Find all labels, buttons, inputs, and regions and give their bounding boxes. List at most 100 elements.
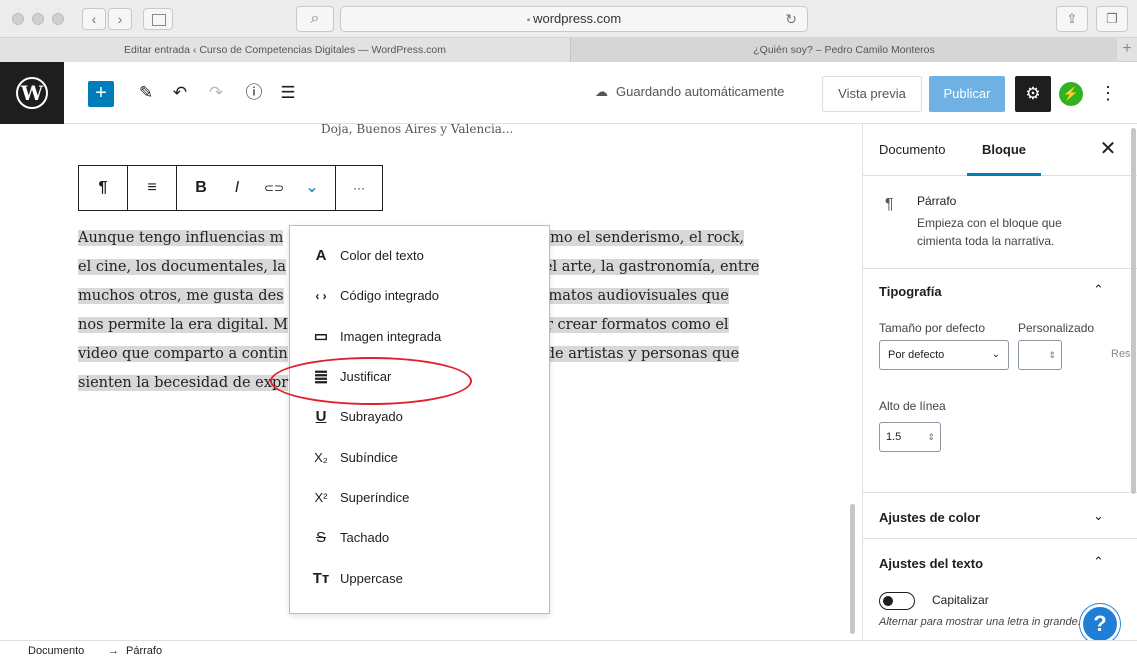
font-size-value: Por defecto — [888, 349, 945, 361]
menu-item-label: Tachado — [340, 530, 390, 545]
menu-item-label: Código integrado — [340, 288, 440, 303]
paragraph-text: r crear formatos como el — [546, 317, 729, 333]
line-height-label: Alto de línea — [879, 399, 946, 413]
tab-documento[interactable]: Documento — [879, 124, 945, 176]
paragraph-text: muchos otros, me gusta des — [78, 288, 284, 304]
minimize-window-button[interactable] — [32, 13, 44, 25]
wordpress-icon: W — [16, 77, 48, 109]
tabs-overview-icon[interactable]: ❐ — [1096, 6, 1128, 32]
breadcrumb-documento[interactable]: Documento — [28, 645, 84, 657]
image-icon: ▭ — [313, 328, 329, 345]
chevron-down-icon[interactable]: ⌄ — [1093, 508, 1104, 524]
wordpress-logo[interactable]: W — [0, 62, 64, 124]
settings-gear-icon[interactable]: ⚙ — [1015, 76, 1051, 112]
breadcrumb-arrow: → — [108, 645, 119, 657]
line-height-input[interactable]: 1.5 ⇕ — [879, 422, 941, 452]
subscript-icon: X₂ — [314, 450, 328, 465]
share-icon[interactable]: ⇪ — [1056, 6, 1088, 32]
chevron-up-icon[interactable]: ⌃ — [1093, 554, 1104, 570]
paragraph-text: rmatos audiovisuales que — [541, 288, 729, 304]
panel-divider — [863, 492, 1137, 493]
publish-button[interactable]: Publicar — [929, 76, 1005, 112]
tab-bloque[interactable]: Bloque — [967, 124, 1041, 176]
back-button[interactable]: ‹ — [82, 8, 106, 30]
address-bar[interactable]: ▪ wordpress.com ↻ — [340, 6, 808, 32]
reload-icon[interactable]: ↻ — [785, 7, 797, 31]
more-menu-button[interactable]: ⋮ — [1098, 81, 1118, 107]
autosave-text: Guardando automáticamente — [616, 84, 785, 99]
menu-item-strikethrough[interactable]: S Tachado — [290, 518, 549, 558]
drop-cap-help: Alternar para mostrar una letra in grand… — [879, 616, 1081, 628]
custom-size-label: Personalizado — [1018, 321, 1095, 335]
search-icon[interactable]: ⌕ — [296, 6, 334, 32]
jetpack-icon[interactable]: ⚡ — [1059, 82, 1083, 106]
editor-header: W + ✎ ↶ ↷ ⓘ ☰ ☁ Guardando automáticamente… — [0, 62, 1137, 124]
menu-item-underline[interactable]: U Subrayado — [290, 397, 549, 437]
tab-quien-soy[interactable]: ¿Quién soy? – Pedro Camilo Monteros — [570, 38, 1117, 62]
block-toolbar: ¶ ≡ B I ⊂⊃ ⌄ ··· — [78, 165, 383, 211]
font-size-select[interactable]: Por defecto ⌄ — [879, 340, 1009, 370]
forward-button[interactable]: › — [108, 8, 132, 30]
chevron-down-icon: ⌄ — [991, 349, 1000, 360]
block-card: ¶ Párrafo Empieza con el bloque que cimi… — [863, 176, 1137, 269]
tab-editar-entrada[interactable]: Editar entrada ‹ Curso de Competencias D… — [0, 38, 570, 62]
previous-block-text[interactable]: Doja, Buenos Aires y Valencia... — [321, 124, 513, 136]
sidebar-scrollbar[interactable] — [1131, 128, 1136, 494]
cloud-icon: ☁ — [595, 84, 608, 99]
menu-item-text-color[interactable]: A Color del texto — [290, 236, 549, 276]
drop-cap-toggle[interactable] — [879, 592, 915, 610]
settings-sidebar: Documento Bloque ✕ ¶ Párrafo Empieza con… — [862, 124, 1137, 640]
typography-panel-title[interactable]: Tipografía — [879, 284, 942, 299]
paragraph-text: Aunque tengo influencias m — [78, 230, 284, 246]
redo-icon[interactable]: ↷ — [204, 81, 228, 105]
menu-item-uppercase[interactable]: Tт Uppercase — [290, 559, 549, 599]
menu-item-subscript[interactable]: X₂ Subíndice — [290, 438, 549, 478]
color-settings-panel-title[interactable]: Ajustes de color — [879, 510, 980, 525]
menu-item-label: Imagen integrada — [340, 329, 442, 344]
sidebar-tabs: Documento Bloque ✕ — [863, 124, 1137, 176]
custom-size-input[interactable]: ⇕ — [1018, 340, 1062, 370]
underline-icon: U — [315, 408, 327, 425]
menu-item-label: Color del texto — [340, 248, 424, 263]
menu-item-inline-code[interactable]: ‹ › Código integrado — [290, 276, 549, 316]
edit-tools-icon[interactable]: ✎ — [134, 81, 158, 105]
close-icon[interactable]: ✕ — [1095, 136, 1121, 162]
editor-scrollbar[interactable] — [850, 504, 855, 634]
new-tab-button[interactable]: + — [1117, 38, 1137, 62]
bold-button[interactable]: B — [187, 166, 215, 210]
tab-strip: Editar entrada ‹ Curso de Competencias D… — [0, 38, 1137, 62]
line-height-value: 1.5 — [886, 431, 902, 443]
text-color-icon: A — [315, 247, 327, 264]
browser-sidebar-icon[interactable] — [143, 8, 173, 30]
chevron-down-icon[interactable]: ⌄ — [297, 166, 327, 210]
close-window-button[interactable] — [12, 13, 24, 25]
info-icon[interactable]: ⓘ — [242, 81, 266, 105]
spinner-icon: ⇕ — [927, 432, 935, 442]
justify-highlight-ellipse — [270, 357, 472, 405]
preview-button[interactable]: Vista previa — [822, 76, 922, 112]
panel-divider — [863, 538, 1137, 539]
maximize-window-button[interactable] — [52, 13, 64, 25]
link-icon[interactable]: ⊂⊃ — [259, 166, 289, 210]
uppercase-icon: Tт — [312, 570, 330, 587]
paragraph-text: sienten la becesidad de expr — [78, 375, 289, 391]
block-options-button[interactable]: ··· — [336, 166, 382, 210]
reset-button[interactable]: Res — [1111, 348, 1131, 360]
text-settings-panel-title[interactable]: Ajustes del texto — [879, 556, 983, 571]
menu-item-label: Subíndice — [340, 450, 398, 465]
menu-item-superscript[interactable]: X² Superíndice — [290, 478, 549, 518]
undo-icon[interactable]: ↶ — [168, 81, 192, 105]
chevron-up-icon[interactable]: ⌃ — [1093, 282, 1104, 298]
add-block-button[interactable]: + — [88, 81, 114, 107]
help-icon[interactable]: ? — [1080, 604, 1120, 644]
menu-item-inline-image[interactable]: ▭ Imagen integrada — [290, 317, 549, 357]
breadcrumb-parrafo[interactable]: Párrafo — [126, 645, 162, 657]
paragraph-block-icon[interactable]: ¶ — [79, 166, 127, 210]
block-navigation-icon[interactable]: ☰ — [276, 81, 300, 105]
paragraph-text: el arte, la gastronomía, entre — [543, 259, 760, 275]
paragraph-text: omo el senderismo, el rock, — [541, 230, 745, 246]
align-icon[interactable]: ≡ — [128, 166, 176, 210]
italic-button[interactable]: I — [223, 166, 251, 210]
paragraph-text: nos permite la era digital. M — [78, 317, 288, 333]
block-title: Párrafo — [917, 194, 957, 208]
